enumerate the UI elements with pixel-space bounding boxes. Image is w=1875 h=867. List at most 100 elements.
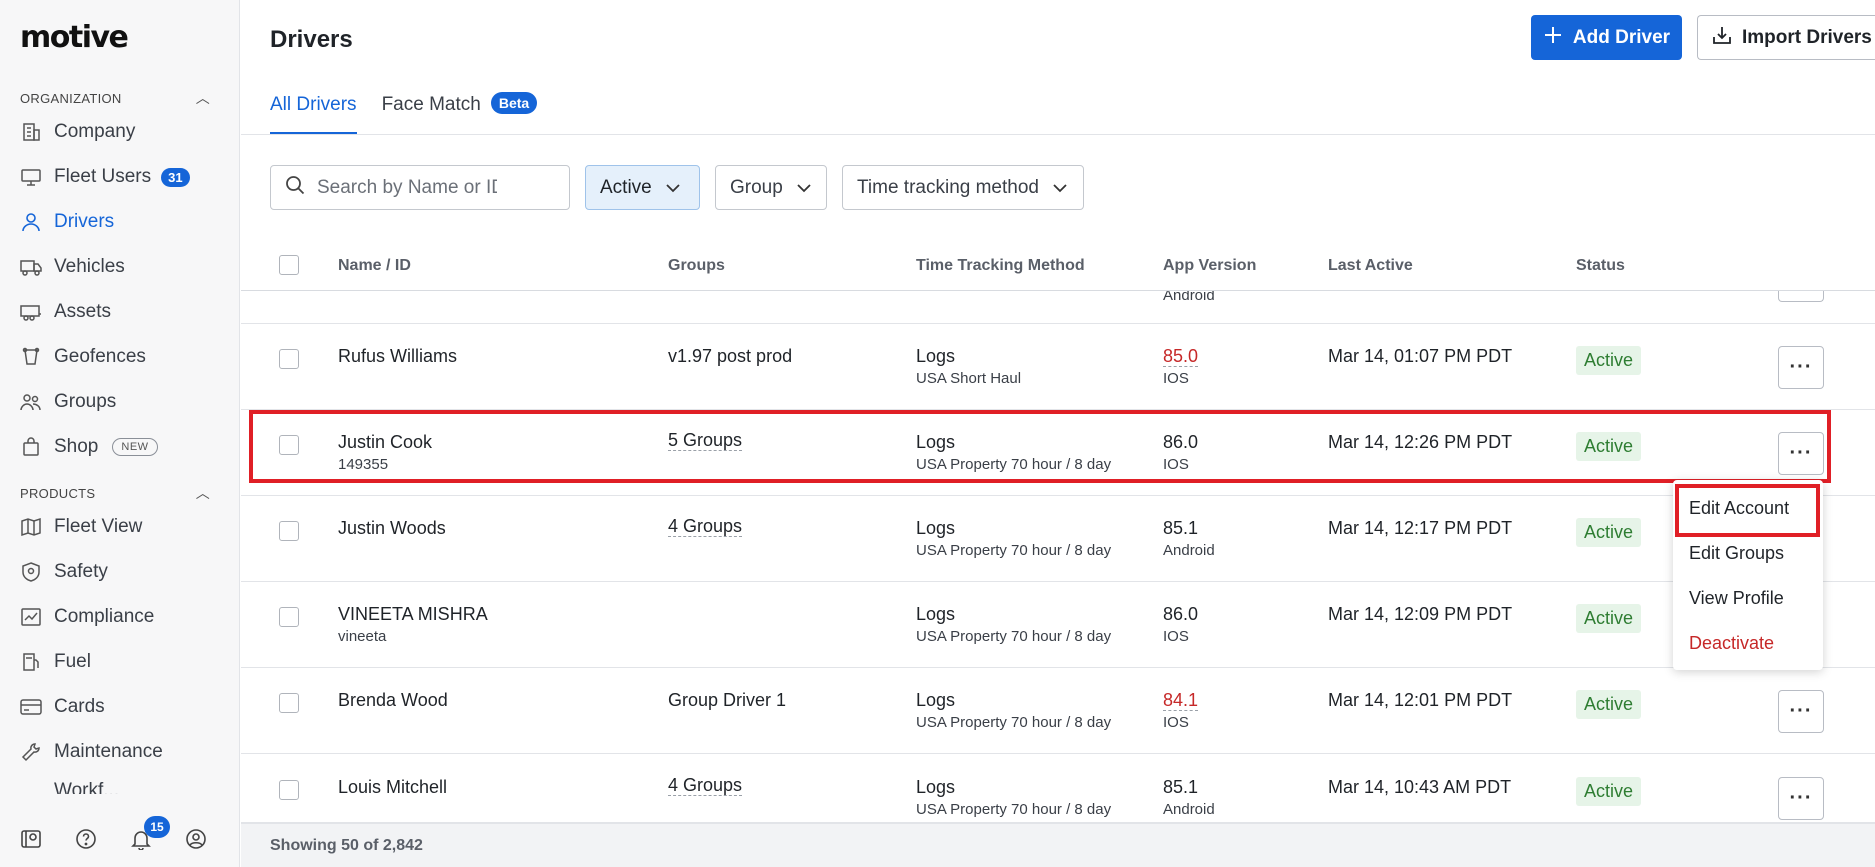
sidebar-item-geofences[interactable]: Geofences [20,340,230,374]
driver-groups[interactable]: 5 Groups [668,430,743,451]
menu-item-edit-account[interactable]: Edit Account [1673,486,1823,531]
menu-item-deactivate[interactable]: Deactivate [1673,621,1823,666]
tab-all-drivers[interactable]: All Drivers [270,90,357,135]
column-header-time-tracking[interactable]: Time Tracking Method [916,257,1085,275]
sidebar-item-workforce[interactable]: Workf... [20,780,230,794]
row-actions-button[interactable]: ··· [1778,690,1824,733]
last-active: Mar 14, 12:26 PM PDT [1328,432,1513,452]
driver-name[interactable]: Brenda Wood [338,690,448,711]
sidebar-item-label: Maintenance [54,741,163,762]
sidebar-item-assets[interactable]: Assets [20,295,230,329]
driver-groups[interactable]: 4 Groups [668,775,743,796]
sidebar-item-groups[interactable]: Groups [20,385,230,419]
row-checkbox[interactable] [279,780,299,800]
page-title: Drivers [270,26,353,53]
add-driver-button[interactable]: Add Driver [1531,15,1682,60]
sidebar-item-label: Shop [54,436,99,457]
sidebar-item-compliance[interactable]: Compliance [20,600,230,634]
sidebar-footer: 15 [0,810,240,867]
groups-link[interactable]: 4 Groups [668,516,743,537]
table-row[interactable]: Justin Cook 149355 5 Groups Logs USA Pro… [241,410,1875,496]
bell-icon[interactable]: 15 [130,815,185,854]
sidebar-item-fleet-view[interactable]: Fleet View [20,510,230,544]
time-tracking-method: Logs [916,518,956,538]
more-icon: ··· [1789,442,1813,464]
sidebar-item-label: Workf... [54,780,120,794]
column-header-name[interactable]: Name / ID [338,257,411,275]
products-section-header[interactable]: PRODUCTS ︿ [20,483,210,503]
tab-face-match[interactable]: Face Match Beta [382,90,538,135]
row-actions-button[interactable]: ··· [1778,346,1824,389]
driver-name[interactable]: VINEETA MISHRA [338,604,488,625]
row-checkbox[interactable] [279,349,299,369]
import-drivers-button[interactable]: Import Drivers [1697,15,1875,60]
sidebar-item-company[interactable]: Company [20,115,230,149]
sidebar-item-fuel[interactable]: Fuel [20,645,230,679]
help-icon[interactable] [75,824,130,854]
table-row[interactable]: Louis Mitchell 4 Groups Logs USA Propert… [241,754,1875,823]
sidebar-item-maintenance[interactable]: Maintenance [20,735,230,769]
groups-link[interactable]: 5 Groups [668,430,743,451]
table-row[interactable]: VINEETA MISHRA vineeta Logs USA Property… [241,582,1875,668]
row-checkbox[interactable] [279,435,299,455]
app-version: 86.0 [1163,604,1199,624]
new-badge: NEW [112,438,158,456]
card-icon [20,696,42,718]
group-filter-dropdown[interactable]: Group [715,165,827,210]
search-input[interactable] [317,176,497,199]
row-checkbox[interactable] [279,693,299,713]
select-all-checkbox[interactable] [279,255,299,275]
driver-name[interactable]: Justin Woods [338,518,446,539]
time-tracking-cell: Logs USA Property 70 hour / 8 day [916,604,1111,645]
trailer-icon [20,301,42,323]
row-actions-button[interactable]: ··· [1778,432,1824,475]
column-header-status[interactable]: Status [1576,257,1625,275]
row-checkbox[interactable] [279,607,299,627]
motive-logo[interactable]: motive [20,20,129,55]
menu-item-edit-groups[interactable]: Edit Groups [1673,531,1823,576]
fleet-users-count-badge: 31 [161,167,190,187]
table-row[interactable]: Justin Woods 4 Groups Logs USA Property … [241,496,1875,582]
sidebar-item-vehicles[interactable]: Vehicles [20,250,230,284]
account-icon[interactable] [185,824,240,854]
driver-name[interactable]: Justin Cook [338,432,432,453]
search-box[interactable] [270,165,570,210]
map-pin-icon[interactable] [20,824,75,854]
sidebar-item-label: Groups [54,391,117,412]
sidebar-item-shop[interactable]: Shop NEW [20,430,230,464]
driver-name[interactable]: Louis Mitchell [338,777,447,798]
chevron-up-icon[interactable]: ︿ [196,88,210,108]
time-tracking-filter-dropdown[interactable]: Time tracking method [842,165,1084,210]
app-platform: Android [1163,801,1215,818]
organization-section-header[interactable]: ORGANIZATION ︿ [20,88,210,108]
column-header-app-version[interactable]: App Version [1163,257,1256,275]
sidebar-item-cards[interactable]: Cards [20,690,230,724]
chevron-down-icon [797,177,811,199]
row-actions-button[interactable]: ··· [1778,777,1824,820]
app-version: 85.1 [1163,777,1199,797]
status-filter-dropdown[interactable]: Active [585,165,700,210]
import-icon [1712,25,1732,51]
sidebar-item-safety[interactable]: Safety [20,555,230,589]
row-checkbox[interactable] [279,521,299,541]
table-row[interactable]: Rufus Williams v1.97 post prod Logs USA … [241,324,1875,410]
time-tracking-cell: Logs USA Property 70 hour / 8 day [916,690,1111,731]
status-badge: Active [1576,690,1642,719]
sidebar-item-drivers[interactable]: Drivers [20,205,230,239]
group-filter-value: Group [730,176,783,198]
time-tracking-method: Logs [916,604,956,624]
driver-groups[interactable]: 4 Groups [668,516,743,537]
groups-link[interactable]: 4 Groups [668,775,743,796]
time-tracking-filter-value: Time tracking method [857,176,1039,198]
time-tracking-method: Logs [916,432,956,452]
sidebar-item-fleet-users[interactable]: Fleet Users 31 [20,160,230,194]
table-row[interactable]: Brenda Wood Group Driver 1 Logs USA Prop… [241,668,1875,754]
menu-item-view-profile[interactable]: View Profile [1673,576,1823,621]
column-header-groups[interactable]: Groups [668,257,725,275]
last-active: Mar 14, 12:17 PM PDT [1328,518,1513,538]
last-active: Mar 14, 01:07 PM PDT [1328,346,1513,366]
driver-name[interactable]: Rufus Williams [338,346,457,367]
chevron-up-icon[interactable]: ︿ [196,483,210,503]
plus-icon [1543,25,1563,51]
column-header-last-active[interactable]: Last Active [1328,257,1413,275]
